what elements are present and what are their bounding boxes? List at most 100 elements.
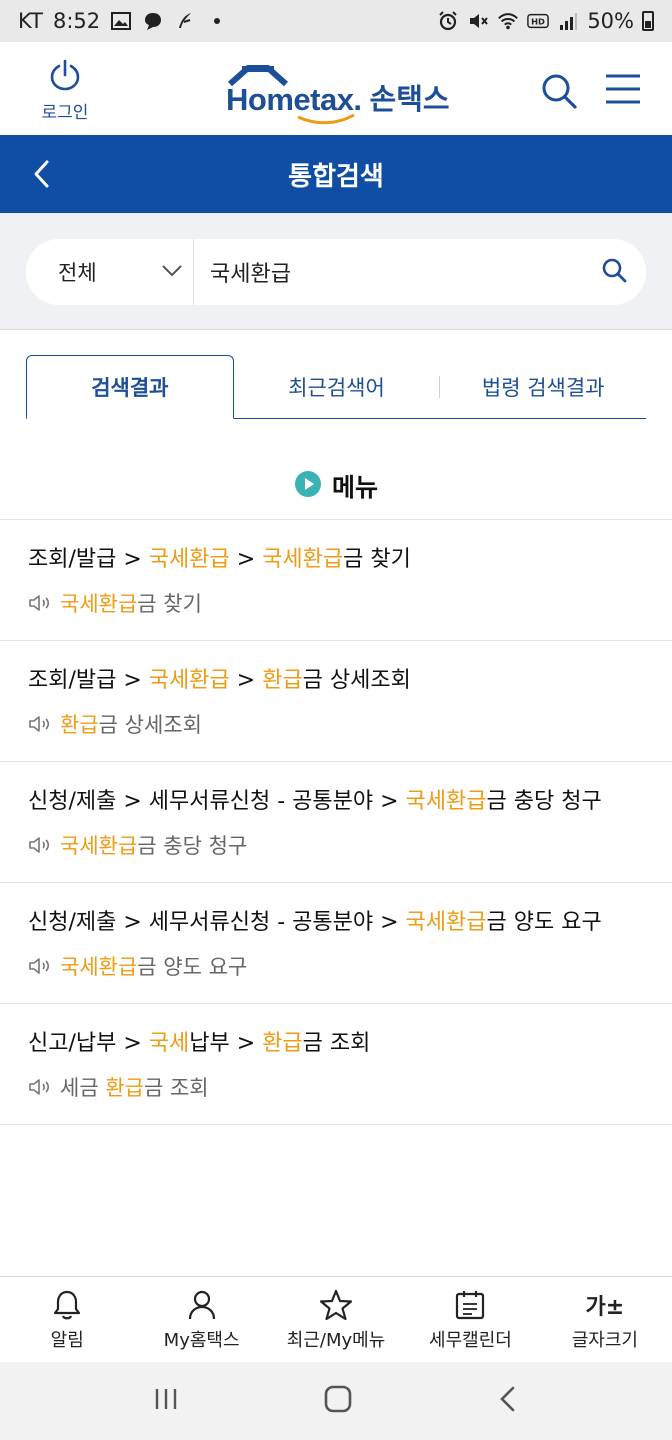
- search-box: 전체: [26, 239, 646, 305]
- nav-font-size[interactable]: 가± 글자크기: [538, 1277, 672, 1362]
- carrier-label: KT: [18, 9, 43, 33]
- chat-bubble-icon: [142, 10, 164, 32]
- star-icon: [319, 1288, 353, 1322]
- result-text: >: [229, 668, 263, 693]
- highlighted-keyword: 국세환급: [60, 834, 138, 858]
- tab-recent-searches[interactable]: 최근검색어: [234, 355, 440, 418]
- hometax-logo[interactable]: Hometax. 손택스: [226, 62, 450, 125]
- person-icon: [187, 1288, 217, 1322]
- menu-section-header: 메뉴: [0, 460, 672, 512]
- login-label: 로그인: [41, 103, 89, 123]
- title-bar: 통합검색: [0, 135, 672, 213]
- play-circle-icon: [294, 470, 322, 502]
- font-size-icon: 가±: [585, 1294, 625, 1320]
- battery-icon: [642, 11, 654, 31]
- result-item[interactable]: 조회/발급 > 국세환급 > 환급금 상세조회 환급금 상세조회: [0, 640, 672, 761]
- chevron-down-icon: [161, 263, 183, 282]
- result-item[interactable]: 신청/제출 > 세무서류신청 - 공통분야 > 국세환급금 양도 요구 국세환급금…: [0, 882, 672, 1003]
- header-search-button[interactable]: [540, 72, 578, 114]
- result-text: 금 충당 청구: [137, 834, 248, 858]
- result-text: 조회/발급 >: [28, 668, 149, 693]
- bell-icon: [52, 1288, 82, 1322]
- highlighted-keyword: 환급: [105, 1076, 144, 1100]
- alarm-icon: [437, 10, 459, 32]
- list-divider: [0, 1124, 672, 1125]
- result-text: 조회/발급 >: [28, 547, 149, 572]
- results-list: 조회/발급 > 국세환급 > 국세환급금 찾기 국세환급금 찾기 조회/발급 > 국…: [0, 519, 672, 1125]
- highlighted-keyword: 환급: [262, 668, 303, 693]
- back-button[interactable]: [28, 159, 58, 189]
- highlighted-keyword: 국세환급: [262, 547, 344, 572]
- result-text: 금 찾기: [137, 592, 202, 616]
- result-menu-path[interactable]: 신고/납부 > 국세납부 > 환급금 조회: [28, 1026, 644, 1062]
- result-description: 국세환급금 찾기: [28, 588, 644, 618]
- speaker-icon: [28, 835, 54, 855]
- result-text: 금 조회: [302, 1031, 371, 1056]
- highlighted-keyword: 환급: [262, 1031, 303, 1056]
- result-description: 세금 환급금 조회: [28, 1072, 644, 1102]
- mute-icon: [467, 10, 489, 32]
- feather-icon: [174, 10, 196, 32]
- result-description: 환급금 상세조회: [28, 709, 644, 739]
- result-menu-path[interactable]: 신청/제출 > 세무서류신청 - 공통분야 > 국세환급금 충당 청구: [28, 784, 644, 820]
- result-description-text: 국세환급금 양도 요구: [60, 951, 247, 981]
- result-menu-path[interactable]: 조회/발급 > 국세환급 > 국세환급금 찾기: [28, 542, 644, 578]
- image-icon: [110, 10, 132, 32]
- search-scope-label: 전체: [58, 261, 97, 285]
- result-description-text: 환급금 상세조회: [60, 709, 202, 739]
- highlighted-keyword: 국세환급: [148, 668, 230, 693]
- nav-notifications[interactable]: 알림: [0, 1277, 134, 1362]
- result-item[interactable]: 조회/발급 > 국세환급 > 국세환급금 찾기 국세환급금 찾기: [0, 519, 672, 640]
- hamburger-menu-icon: [604, 74, 642, 110]
- highlighted-keyword: 국세환급: [60, 955, 138, 979]
- result-text: 신고/납부 >: [28, 1031, 149, 1056]
- result-text: 금 양도 요구: [486, 910, 602, 935]
- status-bar: KT 8:52 HD 50%: [0, 0, 672, 42]
- speaker-icon: [28, 1077, 54, 1097]
- result-text: 신청/제출 > 세무서류신청 - 공통분야 >: [28, 789, 406, 814]
- chevron-left-icon: [28, 160, 58, 193]
- result-text: 금 찾기: [343, 547, 411, 572]
- highlighted-keyword: 국세환급: [405, 910, 487, 935]
- highlighted-keyword: 국세환급: [60, 592, 138, 616]
- tab-law-results[interactable]: 법령 검색결과: [440, 355, 646, 418]
- highlighted-keyword: 국세환급: [148, 547, 230, 572]
- hd-icon: HD: [527, 10, 550, 32]
- calendar-icon: [454, 1288, 486, 1322]
- nav-label: My홈택스: [163, 1329, 240, 1351]
- result-item[interactable]: 신청/제출 > 세무서류신청 - 공통분야 > 국세환급금 충당 청구 국세환급금…: [0, 761, 672, 882]
- logo-text-kr: 손택스: [369, 82, 450, 116]
- nav-recent-my-menu[interactable]: 최근/My메뉴: [269, 1277, 403, 1362]
- result-item[interactable]: 신고/납부 > 국세납부 > 환급금 조회 세금 환급금 조회: [0, 1003, 672, 1124]
- speaker-icon: [28, 593, 54, 613]
- dot-icon: [206, 10, 228, 32]
- recent-apps-icon[interactable]: [152, 1386, 180, 1416]
- back-icon[interactable]: [496, 1385, 520, 1417]
- result-text: 금 상세조회: [302, 668, 411, 693]
- nav-tax-calendar[interactable]: 세무캘린더: [403, 1277, 537, 1362]
- result-description: 국세환급금 양도 요구: [28, 951, 644, 981]
- search-scope-select[interactable]: 전체: [26, 239, 194, 305]
- nav-label: 최근/My메뉴: [286, 1329, 386, 1351]
- result-text: 세금: [60, 1076, 106, 1100]
- header-menu-button[interactable]: [604, 72, 642, 110]
- system-nav-bar: [0, 1362, 672, 1440]
- home-icon[interactable]: [323, 1384, 353, 1418]
- bottom-nav: 알림 My홈택스 최근/My메뉴 세무캘린더 가± 글자크기: [0, 1276, 672, 1362]
- result-description-text: 국세환급금 충당 청구: [60, 830, 247, 860]
- signal-icon: [557, 10, 579, 32]
- result-menu-path[interactable]: 조회/발급 > 국세환급 > 환급금 상세조회: [28, 663, 644, 699]
- tab-search-results[interactable]: 검색결과: [26, 355, 234, 419]
- house-roof-icon: [228, 62, 318, 92]
- search-input[interactable]: [194, 239, 582, 305]
- nav-my-hometax[interactable]: My홈택스: [134, 1277, 268, 1362]
- highlighted-keyword: 국세환급: [405, 789, 487, 814]
- logo-swoosh-icon: [296, 110, 356, 129]
- result-text: 신청/제출 > 세무서류신청 - 공통분야 >: [28, 910, 406, 935]
- search-submit-button[interactable]: [582, 239, 646, 305]
- section-title: 메뉴: [331, 473, 378, 502]
- result-text: 금 충당 청구: [486, 789, 602, 814]
- login-button[interactable]: 로그인: [30, 58, 100, 123]
- result-menu-path[interactable]: 신청/제출 > 세무서류신청 - 공통분야 > 국세환급금 양도 요구: [28, 905, 644, 941]
- app-header: 로그인 Hometax. 손택스: [0, 42, 672, 135]
